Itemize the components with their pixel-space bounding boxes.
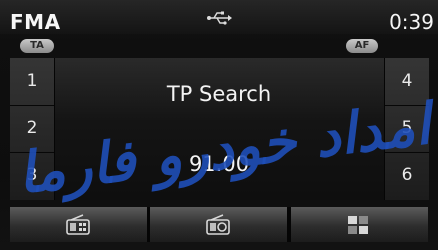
preset-column-left: 1 2 3 [10,58,55,200]
radio-presets-button[interactable] [10,207,147,242]
band-label[interactable]: FMA [10,10,61,34]
status-bar: FMA 0:39 [0,0,438,34]
radio-search-icon [206,214,230,235]
preset-button-2[interactable]: 2 [10,105,54,152]
preset-label: 5 [401,118,413,138]
main-panel [10,58,428,200]
ta-toggle[interactable]: TA [20,39,54,53]
radio-screen: FMA 0:39 TA AF 1 2 3 4 5 6 TP Search 91.… [0,0,438,250]
clock: 0:39 [389,10,434,34]
preset-column-right: 4 5 6 [384,58,429,200]
preset-label: 2 [26,118,38,138]
radio-presets-icon [66,214,90,235]
frequency-display: 91.00 [188,152,250,176]
radio-search-button[interactable] [150,207,287,242]
menu-button[interactable] [291,207,428,242]
usb-icon [207,11,232,25]
station-status-text: TP Search [166,82,272,106]
bottom-bar [10,207,428,242]
menu-grid-icon [348,216,368,234]
af-toggle[interactable]: AF [346,39,378,53]
preset-button-5[interactable]: 5 [385,105,429,152]
